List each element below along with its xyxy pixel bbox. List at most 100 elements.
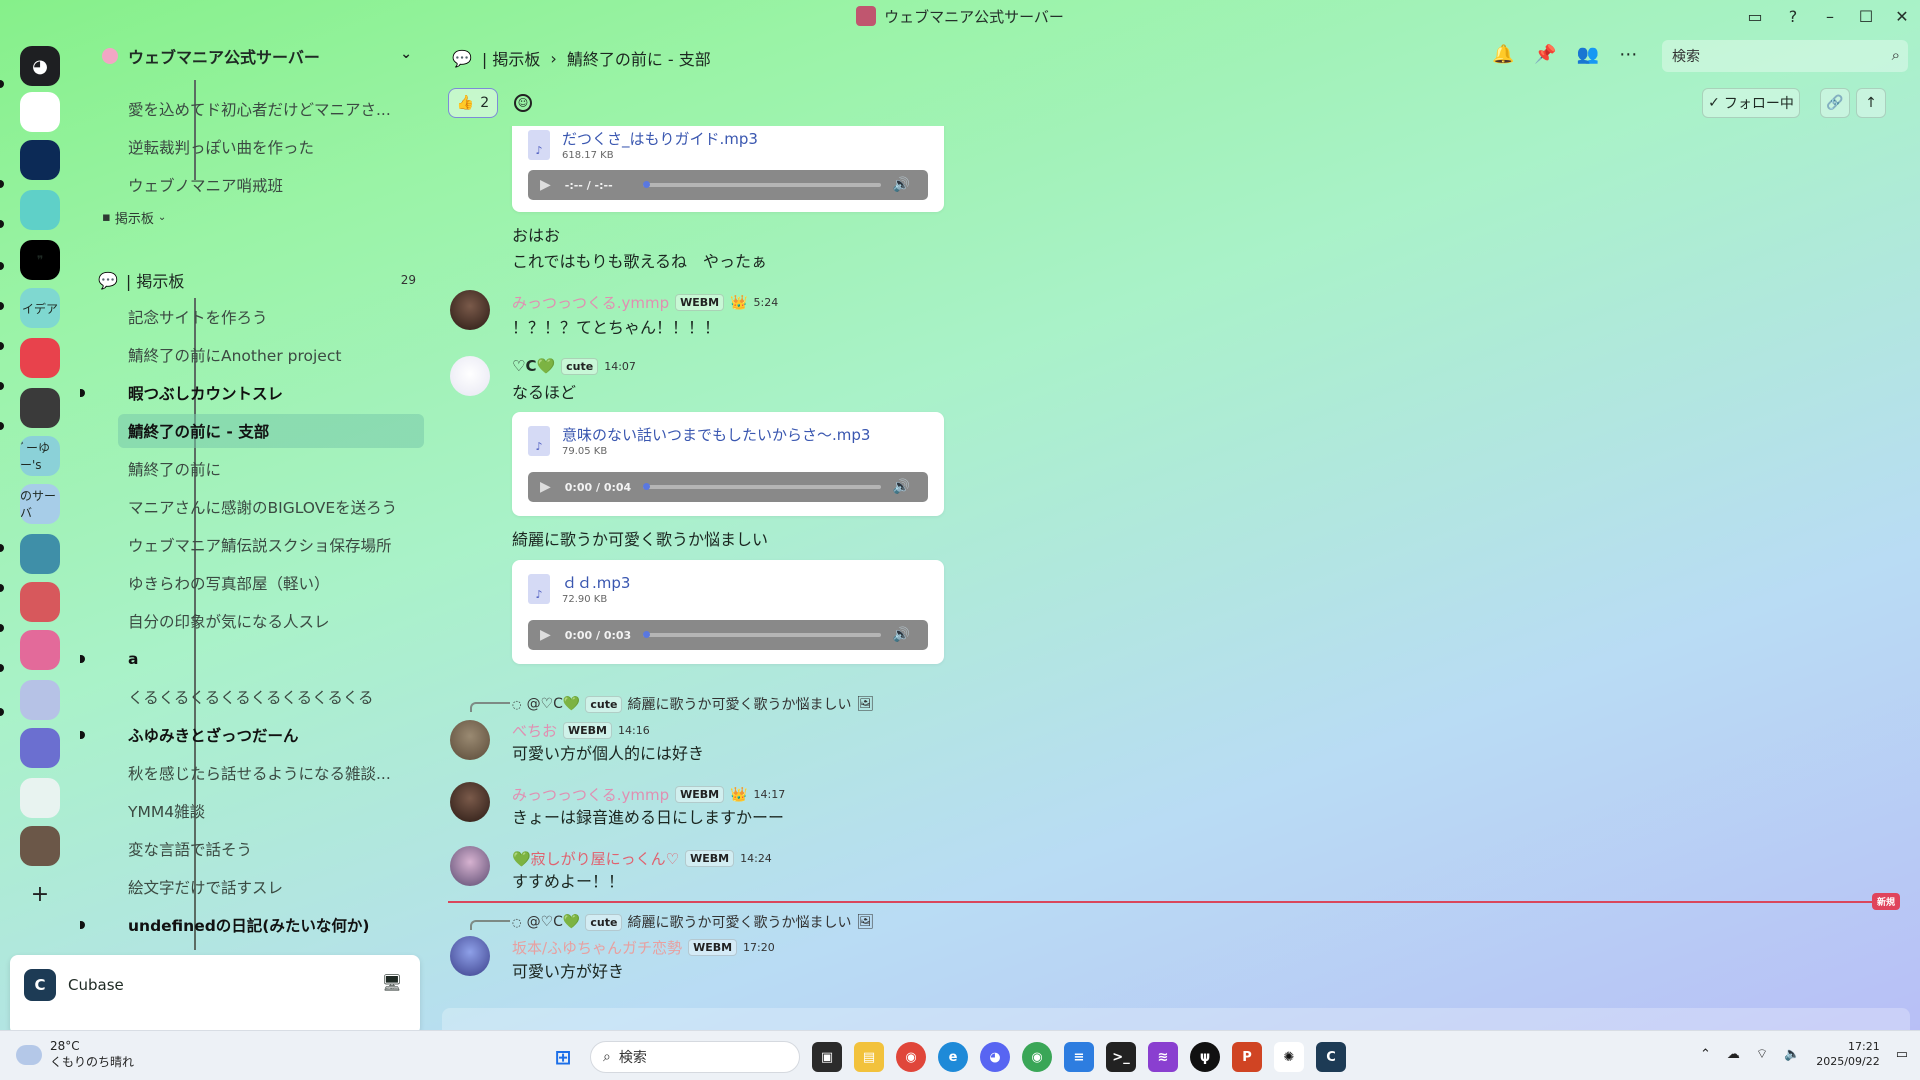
cubase-taskbar-icon[interactable]: C [1316,1042,1346,1072]
speaker-icon[interactable]: 🔈 [1784,1047,1800,1062]
weather-widget[interactable]: 28°C くもりのち晴れ [16,1039,134,1070]
chatgpt-icon[interactable]: ✺ [1274,1042,1304,1072]
play-icon[interactable]: ▶ [540,177,551,193]
anime-girl-server-icon[interactable] [20,630,60,670]
audio-progress[interactable] [642,483,881,490]
play-icon[interactable]: ▶ [540,627,551,643]
chrome-canary-icon[interactable]: ◉ [1022,1042,1052,1072]
quote-server-icon[interactable]: ❞ [20,240,60,280]
attachment-name[interactable]: ｄｄ.mp3 [562,572,630,593]
task-view-icon[interactable]: ▣ [812,1042,842,1072]
activity-popup[interactable]: C Cubase 🖥 [10,955,420,1035]
thread-item[interactable]: undefinedの日記(みたいな何か) [118,908,424,942]
avatar[interactable] [450,782,490,822]
thread-item[interactable]: 愛を込めてド初心者だけどマニアさ... [118,92,424,126]
onedrive-icon[interactable]: ☁ [1727,1047,1740,1062]
thread-item[interactable]: ふゆみきとざっつだーん [118,718,424,752]
maximize-button[interactable]: ☐ [1848,7,1884,26]
minimize-button[interactable]: – [1812,7,1848,26]
avatar[interactable] [450,290,490,330]
windows-start-icon[interactable]: ⊞ [548,1042,578,1072]
add-server-button[interactable]: + [20,874,60,914]
avatar[interactable] [450,846,490,886]
help-icon[interactable]: ? [1774,7,1812,26]
thread-item[interactable]: くるくるくるくるくるくるくるくる [118,680,424,714]
thread-item[interactable]: 絵文字だけで話すスレ [118,870,424,904]
close-button[interactable]: ✕ [1884,7,1920,26]
notepad-icon[interactable]: ≡ [1064,1042,1094,1072]
jump-up-icon[interactable]: ↑ [1856,88,1886,118]
idea-server-icon[interactable]: イデア [20,288,60,328]
category-header[interactable]: ▪ 掲示板 ⌄ [102,208,166,227]
terminal-icon[interactable]: >_ [1106,1042,1136,1072]
thread-item[interactable]: ゆきらわの写真部屋（軽い） [118,566,424,600]
thread-item[interactable]: YMM4雑談 [118,794,424,828]
reply-preview[interactable]: ◌ @♡C💚 cute 綺麗に歌うか可愛く歌うか悩ましい 🖼 [512,912,874,932]
discord-red-server-icon[interactable] [20,338,60,378]
discord-home-icon[interactable]: ◕ [20,46,60,86]
avatar[interactable] [450,720,490,760]
username[interactable]: 💚寂しがり屋にっくん♡ [512,848,679,869]
edge-icon[interactable]: e [938,1042,968,1072]
anime-girl3-server-icon[interactable] [20,728,60,768]
avatar[interactable] [450,356,490,396]
copy-link-icon[interactable]: 🔗 [1820,88,1850,118]
taskbar-search[interactable]: ⌕ 検索 [590,1041,800,1073]
username[interactable]: みっつっつくる.ymmp [512,784,669,805]
add-reaction-icon[interactable]: ☺ [514,94,532,112]
username[interactable]: みっつっつくる.ymmp [512,292,669,313]
username[interactable]: ♡C💚 [512,357,555,375]
thread-item[interactable]: 秋を感じたら話せるようになる雑談... [118,756,424,790]
anime-girl2-server-icon[interactable] [20,680,60,720]
reaction-thumbs-up[interactable]: 👍 2 [448,88,498,118]
thread-item[interactable]: a [118,642,424,676]
discord-icon[interactable]: ◕ [980,1042,1010,1072]
thread-item[interactable]: 鯖終了の前にAnother project [118,338,424,372]
bell-icon[interactable]: 🔔 [1492,44,1514,65]
attachment-name[interactable]: 意味のない話いつまでもしたいからさ～.mp3 [562,424,870,445]
members-icon[interactable]: 👥 [1577,44,1599,65]
notification-icon[interactable]: ▭ [1896,1047,1908,1062]
text-server-icon[interactable]: のサーバ [20,484,60,524]
wifi-icon[interactable]: ⌔ [1756,1046,1768,1062]
yuu-server-icon[interactable]: ﾞーゆー's [20,436,60,476]
audio-progress[interactable] [642,631,881,638]
message-composer[interactable] [442,1008,1910,1030]
chrome-icon[interactable]: ◉ [896,1042,926,1072]
audio-progress[interactable] [642,181,881,188]
audio-app-icon[interactable]: ψ [1190,1042,1220,1072]
play-icon[interactable]: ▶ [540,479,551,495]
qr-code-server-icon[interactable] [20,92,60,132]
search-input[interactable]: 検索 ⌕ [1662,40,1908,72]
follow-button[interactable]: ✓ フォロー中 [1702,88,1800,118]
powerpoint-icon[interactable]: P [1232,1042,1262,1072]
more-icon[interactable]: ⋯ [1619,44,1637,65]
volume-icon[interactable]: 🔊 [893,177,910,193]
reply-preview[interactable]: ◌ @♡C💚 cute 綺麗に歌うか可愛く歌うか悩ましい 🖼 [512,694,874,714]
breadcrumb-forum[interactable]: | 掲示板 [482,46,540,70]
username[interactable]: 坂本/ふゆちゃんガチ恋勢 [512,937,682,958]
stack-app-icon[interactable]: ≋ [1148,1042,1178,1072]
thread-item[interactable]: 記念サイトを作ろう [118,300,424,334]
miku-server-icon[interactable] [20,190,60,230]
pin-icon[interactable]: 📌 [1534,44,1556,65]
thread-item[interactable]: ウェブノマニア哨戒班 [118,168,424,202]
chevron-up-icon[interactable]: ⌃ [1700,1047,1711,1062]
thread-item[interactable]: ウェブマニア鯖伝説スクショ保存場所 [118,528,424,562]
screen-share-icon[interactable]: 🖥 [382,973,402,992]
thread-item[interactable]: 逆転裁判っぽい曲を作った [118,130,424,164]
thread-item[interactable]: 鯖終了の前に - 支部 [118,414,424,448]
inbox-icon[interactable]: ▭ [1736,7,1774,26]
forum-channel[interactable]: 💬 | 掲示板 29 [98,262,424,298]
thread-item[interactable]: 鯖終了の前に [118,452,424,486]
thread-item[interactable]: マニアさんに感謝のBIGLOVEを送ろう [118,490,424,524]
sunglasses-server-icon[interactable] [20,826,60,866]
avatar[interactable] [450,936,490,976]
manga-server-icon[interactable] [20,582,60,622]
building-server-icon[interactable] [20,778,60,818]
thread-item[interactable]: 自分の印象が気になる人スレ [118,604,424,638]
server-header[interactable]: ウェブマニア公式サーバー ⌄ [82,32,432,80]
attachment-name[interactable]: だつくさ_はもりガイド.mp3 [562,128,758,149]
dark-avatar-server-icon[interactable] [20,388,60,428]
blue-glow-server-icon[interactable] [20,140,60,180]
